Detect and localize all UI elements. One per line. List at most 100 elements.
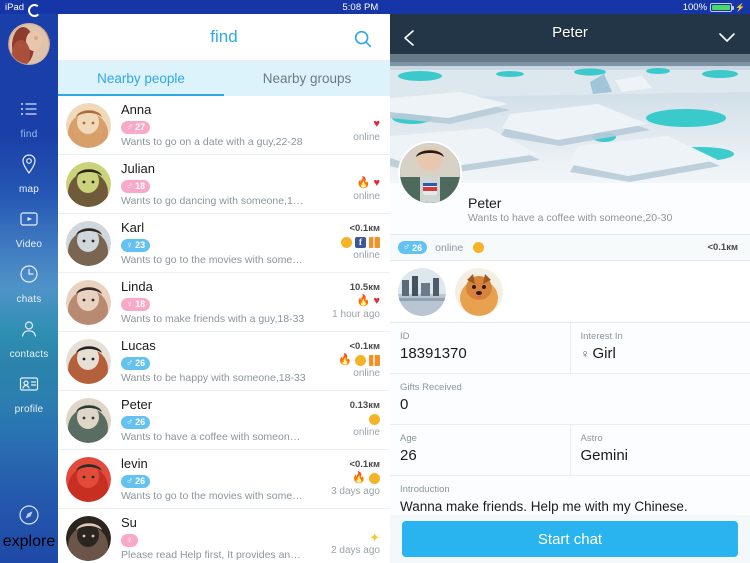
tab-nearby-people[interactable]: Nearby people [58, 61, 224, 96]
gender-age-badge: ♂ 26 [121, 474, 151, 488]
person-desc: Wants to go on a date with a guy,22-28 [121, 135, 303, 148]
list-item-main: Karl ♀ 23 Wants to go to the movies with so… [121, 220, 306, 267]
field-row: Gifts Received 0 [390, 374, 750, 425]
badge-icons [306, 412, 380, 427]
age-value: 18 [135, 181, 146, 191]
map-pin-icon [0, 152, 58, 178]
charging-icon: ⚡ [735, 2, 745, 12]
people-list[interactable]: Anna ♂ 27 Wants to go on a date with a guy,… [58, 96, 390, 563]
list-item[interactable]: Julian ♂ 18 Wants to go dancing with someon… [58, 155, 390, 214]
start-chat-button[interactable]: Start chat [402, 521, 738, 557]
person-desc: Wants to go to the movies with someone,2… [121, 253, 306, 266]
sidebar-item-find[interactable]: find [0, 97, 58, 142]
heart-icon: ♥ [373, 295, 380, 307]
age-value: 26 [135, 417, 146, 427]
person-name: Julian [121, 160, 155, 176]
avatar[interactable] [8, 23, 50, 65]
list-item-meta: 🔥 ♥ online [306, 164, 380, 204]
avatar [66, 161, 111, 207]
page-title: find [210, 27, 238, 46]
sidebar-item-profile[interactable]: profile [0, 372, 58, 417]
badge-icons: 🔥 ♥ [306, 294, 380, 309]
list-item-meta: 10.5км 🔥 ♥ 1 hour ago [306, 282, 380, 322]
search-icon[interactable] [352, 28, 374, 55]
coin-icon [369, 473, 380, 484]
list-item[interactable]: Linda ♀ 18 Wants to make friends with a guy… [58, 273, 390, 332]
list-item[interactable]: Peter ♂ 26 Wants to have a coffee with some… [58, 391, 390, 450]
field-label: ID [400, 331, 410, 342]
device-label: iPad [5, 1, 25, 13]
gender-symbol: ♀ [126, 298, 134, 310]
photo-thumb-city[interactable] [398, 267, 446, 316]
profile-distance: <0.1км [707, 242, 738, 253]
avatar [66, 338, 111, 384]
gender-age-badge: ♂ 26 [121, 415, 151, 429]
avatar-image [9, 24, 49, 64]
list-item-main: Lucas ♂ 26 Wants to be happy with someone,1… [121, 338, 306, 385]
person-desc: Wants to go dancing with someone,18-35 [121, 194, 306, 207]
sidebar-nav: find map Video chats contacts profile [0, 97, 58, 417]
sidebar-item-label: map [18, 184, 40, 195]
distance-label [306, 105, 380, 117]
facebook-icon: f [355, 237, 366, 248]
avatar [66, 456, 111, 502]
field-gifts-received: Gifts Received 0 [390, 374, 750, 424]
age-value: 26 [135, 476, 146, 486]
list-item[interactable]: Lucas ♂ 26 Wants to be happy with someone,1… [58, 332, 390, 391]
find-tabs: Nearby people Nearby groups [58, 61, 390, 96]
status-label: 2 days ago [331, 545, 380, 556]
gender-age-badge: ♂ 27 [121, 120, 151, 134]
list-item-meta: 0.13км online [306, 400, 380, 440]
gender-age-badge: ♀ 18 [121, 297, 151, 311]
person-desc: Please read Help first, It provides answ… [121, 548, 306, 561]
badge-icons: 🔥 ♥ [306, 176, 380, 191]
avatar [66, 279, 111, 325]
coin-icon [341, 237, 352, 248]
compass-icon [16, 505, 42, 532]
status-right: 100% ⚡ [683, 2, 750, 13]
sidebar-item-chats[interactable]: chats [0, 262, 58, 307]
profile-avatar[interactable] [398, 141, 462, 205]
field-row: Age 26 Astro Gemini [390, 425, 750, 476]
age-value: 27 [135, 122, 146, 132]
status-label: online [353, 427, 380, 438]
field-row: ID 18391370 Interest In ♀ Girl [390, 323, 750, 374]
sidebar-item-label: explore [2, 533, 56, 550]
gift-icon [369, 355, 380, 366]
photo-thumb-dog[interactable] [455, 267, 503, 316]
profile-identity: Peter Wants to have a coffee with someon… [390, 141, 750, 235]
field-label: Gifts Received [400, 382, 462, 393]
gender-symbol: ♂ [126, 357, 134, 369]
list-item[interactable]: levin ♂ 26 Wants to go to the movies with s… [58, 450, 390, 509]
profile-name: Peter [468, 194, 502, 211]
status-badge: ♂ 26 [398, 241, 428, 254]
sidebar-item-label: contacts [9, 349, 49, 360]
gender-age-badge: ♂ 18 [121, 179, 151, 193]
status-left: iPad [0, 2, 38, 13]
app-root: iPad 5:08 PM 100% ⚡ find map Video chats… [0, 0, 750, 563]
status-label: online [353, 368, 380, 379]
list-item[interactable]: Karl ♀ 23 Wants to go to the movies with so… [58, 214, 390, 273]
distance-label [306, 518, 380, 530]
find-panel: find Nearby people Nearby groups Anna ♂ 27… [58, 14, 390, 563]
tab-nearby-groups[interactable]: Nearby groups [224, 61, 390, 96]
gender-age-badge: ♂ 26 [121, 356, 151, 370]
profile-meta: ♂ 26 online <0.1км [390, 235, 750, 261]
video-play-icon [0, 207, 58, 233]
list-item[interactable]: Anna ♂ 27 Wants to go on a date with a guy,… [58, 96, 390, 155]
sidebar-item-map[interactable]: map [0, 152, 58, 197]
sidebar-item-contacts[interactable]: contacts [0, 317, 58, 362]
list-item[interactable]: Su ♀ Please read Help first, It provides a… [58, 509, 390, 563]
status-label: 3 days ago [331, 486, 380, 497]
find-header: find [58, 14, 390, 61]
list-item-meta: <0.1км 🔥 3 days ago [306, 459, 380, 499]
sidebar-item-video[interactable]: Video [0, 207, 58, 252]
field-label: Interest In [580, 331, 623, 342]
sidebar-item-explore[interactable]: explore [0, 502, 58, 551]
person-name: Karl [121, 219, 145, 235]
field-value: Gemini [580, 447, 629, 464]
person-name: Su [121, 514, 137, 530]
profile-cta: Start chat [390, 515, 750, 563]
person-name: Peter [121, 396, 153, 412]
battery-percent: 100% [682, 1, 708, 13]
